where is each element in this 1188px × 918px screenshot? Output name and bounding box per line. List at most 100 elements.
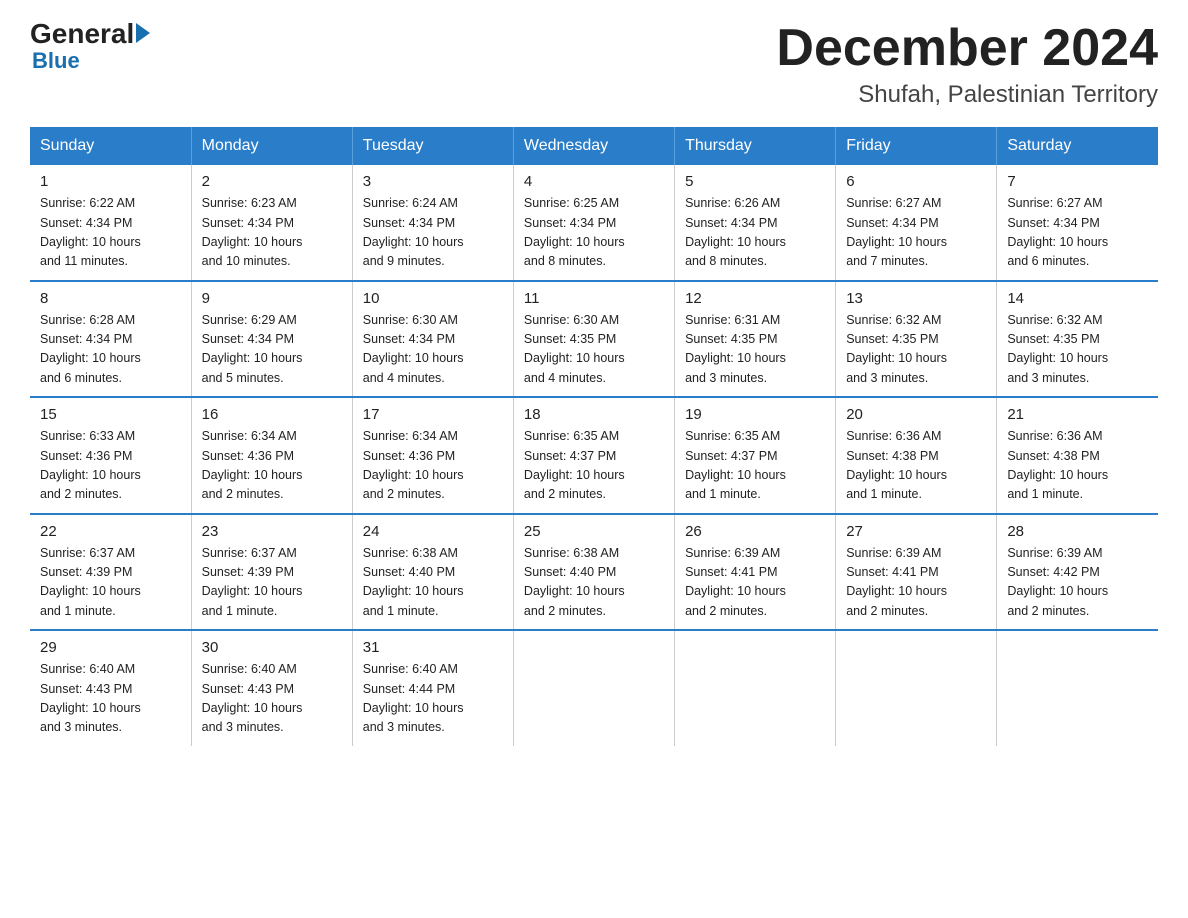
calendar-cell: 4 Sunrise: 6:25 AMSunset: 4:34 PMDaylight…	[513, 165, 674, 281]
day-info: Sunrise: 6:40 AMSunset: 4:43 PMDaylight:…	[202, 660, 342, 738]
calendar-body: 1 Sunrise: 6:22 AMSunset: 4:34 PMDaylight…	[30, 165, 1158, 746]
day-number: 13	[846, 290, 986, 307]
calendar-cell: 19 Sunrise: 6:35 AMSunset: 4:37 PMDayligh…	[675, 397, 836, 514]
calendar-cell: 25 Sunrise: 6:38 AMSunset: 4:40 PMDayligh…	[513, 514, 674, 631]
week-row-1: 1 Sunrise: 6:22 AMSunset: 4:34 PMDaylight…	[30, 165, 1158, 281]
logo-general: General	[30, 20, 134, 48]
calendar-table: SundayMondayTuesdayWednesdayThursdayFrid…	[30, 127, 1158, 746]
calendar-cell	[836, 630, 997, 746]
day-number: 31	[363, 639, 503, 656]
day-number: 25	[524, 523, 664, 540]
title-block: December 2024 Shufah, Palestinian Territ…	[776, 20, 1158, 109]
calendar-cell: 16 Sunrise: 6:34 AMSunset: 4:36 PMDayligh…	[191, 397, 352, 514]
day-number: 5	[685, 173, 825, 190]
day-number: 3	[363, 173, 503, 190]
header-day-saturday: Saturday	[997, 127, 1158, 165]
day-info: Sunrise: 6:39 AMSunset: 4:41 PMDaylight:…	[685, 544, 825, 622]
day-info: Sunrise: 6:35 AMSunset: 4:37 PMDaylight:…	[685, 427, 825, 505]
day-number: 12	[685, 290, 825, 307]
day-number: 10	[363, 290, 503, 307]
calendar-cell: 12 Sunrise: 6:31 AMSunset: 4:35 PMDayligh…	[675, 281, 836, 398]
day-number: 17	[363, 406, 503, 423]
day-info: Sunrise: 6:24 AMSunset: 4:34 PMDaylight:…	[363, 194, 503, 272]
calendar-cell: 18 Sunrise: 6:35 AMSunset: 4:37 PMDayligh…	[513, 397, 674, 514]
day-number: 1	[40, 173, 181, 190]
logo-arrow-icon	[136, 23, 150, 43]
day-number: 20	[846, 406, 986, 423]
day-info: Sunrise: 6:37 AMSunset: 4:39 PMDaylight:…	[202, 544, 342, 622]
week-row-2: 8 Sunrise: 6:28 AMSunset: 4:34 PMDaylight…	[30, 281, 1158, 398]
calendar-cell: 27Sunrise: 6:39 AMSunset: 4:41 PMDayligh…	[836, 514, 997, 631]
day-info: Sunrise: 6:25 AMSunset: 4:34 PMDaylight:…	[524, 194, 664, 272]
day-number: 27	[846, 523, 986, 540]
day-number: 6	[846, 173, 986, 190]
day-number: 29	[40, 639, 181, 656]
calendar-cell: 11 Sunrise: 6:30 AMSunset: 4:35 PMDayligh…	[513, 281, 674, 398]
calendar-cell: 26 Sunrise: 6:39 AMSunset: 4:41 PMDayligh…	[675, 514, 836, 631]
day-number: 30	[202, 639, 342, 656]
logo-blue: Blue	[32, 48, 80, 74]
day-number: 7	[1007, 173, 1148, 190]
calendar-cell: 20 Sunrise: 6:36 AMSunset: 4:38 PMDayligh…	[836, 397, 997, 514]
day-info: Sunrise: 6:30 AMSunset: 4:35 PMDaylight:…	[524, 311, 664, 389]
day-info: Sunrise: 6:39 AMSunset: 4:42 PMDaylight:…	[1007, 544, 1148, 622]
calendar-cell: 6 Sunrise: 6:27 AMSunset: 4:34 PMDaylight…	[836, 165, 997, 281]
calendar-header: SundayMondayTuesdayWednesdayThursdayFrid…	[30, 127, 1158, 165]
day-info: Sunrise: 6:31 AMSunset: 4:35 PMDaylight:…	[685, 311, 825, 389]
day-number: 21	[1007, 406, 1148, 423]
day-info: Sunrise: 6:28 AMSunset: 4:34 PMDaylight:…	[40, 311, 181, 389]
day-number: 26	[685, 523, 825, 540]
day-number: 2	[202, 173, 342, 190]
week-row-4: 22 Sunrise: 6:37 AMSunset: 4:39 PMDayligh…	[30, 514, 1158, 631]
header-day-thursday: Thursday	[675, 127, 836, 165]
day-info: Sunrise: 6:29 AMSunset: 4:34 PMDaylight:…	[202, 311, 342, 389]
header-day-friday: Friday	[836, 127, 997, 165]
calendar-cell: 23 Sunrise: 6:37 AMSunset: 4:39 PMDayligh…	[191, 514, 352, 631]
day-info: Sunrise: 6:27 AMSunset: 4:34 PMDaylight:…	[846, 194, 986, 272]
calendar-cell: 29 Sunrise: 6:40 AMSunset: 4:43 PMDayligh…	[30, 630, 191, 746]
calendar-cell: 28 Sunrise: 6:39 AMSunset: 4:42 PMDayligh…	[997, 514, 1158, 631]
header-row: SundayMondayTuesdayWednesdayThursdayFrid…	[30, 127, 1158, 165]
day-info: Sunrise: 6:30 AMSunset: 4:34 PMDaylight:…	[363, 311, 503, 389]
day-info: Sunrise: 6:37 AMSunset: 4:39 PMDaylight:…	[40, 544, 181, 622]
day-info: Sunrise: 6:36 AMSunset: 4:38 PMDaylight:…	[846, 427, 986, 505]
day-info: Sunrise: 6:22 AMSunset: 4:34 PMDaylight:…	[40, 194, 181, 272]
day-info: Sunrise: 6:27 AMSunset: 4:34 PMDaylight:…	[1007, 194, 1148, 272]
day-number: 18	[524, 406, 664, 423]
calendar-cell: 15Sunrise: 6:33 AMSunset: 4:36 PMDayligh…	[30, 397, 191, 514]
day-info: Sunrise: 6:32 AMSunset: 4:35 PMDaylight:…	[846, 311, 986, 389]
day-info: Sunrise: 6:33 AMSunset: 4:36 PMDaylight:…	[40, 427, 181, 505]
calendar-cell: 14Sunrise: 6:32 AMSunset: 4:35 PMDayligh…	[997, 281, 1158, 398]
day-number: 23	[202, 523, 342, 540]
day-number: 11	[524, 290, 664, 307]
calendar-cell: 22 Sunrise: 6:37 AMSunset: 4:39 PMDayligh…	[30, 514, 191, 631]
calendar-cell: 5 Sunrise: 6:26 AMSunset: 4:34 PMDaylight…	[675, 165, 836, 281]
calendar-cell: 17Sunrise: 6:34 AMSunset: 4:36 PMDayligh…	[352, 397, 513, 514]
calendar-subtitle: Shufah, Palestinian Territory	[776, 81, 1158, 109]
calendar-cell: 24Sunrise: 6:38 AMSunset: 4:40 PMDayligh…	[352, 514, 513, 631]
calendar-cell: 2 Sunrise: 6:23 AMSunset: 4:34 PMDaylight…	[191, 165, 352, 281]
calendar-cell	[513, 630, 674, 746]
day-number: 28	[1007, 523, 1148, 540]
day-number: 22	[40, 523, 181, 540]
day-info: Sunrise: 6:23 AMSunset: 4:34 PMDaylight:…	[202, 194, 342, 272]
calendar-cell: 13 Sunrise: 6:32 AMSunset: 4:35 PMDayligh…	[836, 281, 997, 398]
day-info: Sunrise: 6:40 AMSunset: 4:43 PMDaylight:…	[40, 660, 181, 738]
day-number: 9	[202, 290, 342, 307]
calendar-cell	[997, 630, 1158, 746]
day-info: Sunrise: 6:35 AMSunset: 4:37 PMDaylight:…	[524, 427, 664, 505]
day-info: Sunrise: 6:26 AMSunset: 4:34 PMDaylight:…	[685, 194, 825, 272]
day-number: 19	[685, 406, 825, 423]
day-info: Sunrise: 6:38 AMSunset: 4:40 PMDaylight:…	[524, 544, 664, 622]
logo-text: General	[30, 20, 150, 48]
day-info: Sunrise: 6:36 AMSunset: 4:38 PMDaylight:…	[1007, 427, 1148, 505]
calendar-cell: 30 Sunrise: 6:40 AMSunset: 4:43 PMDayligh…	[191, 630, 352, 746]
calendar-cell: 8 Sunrise: 6:28 AMSunset: 4:34 PMDaylight…	[30, 281, 191, 398]
day-info: Sunrise: 6:40 AMSunset: 4:44 PMDaylight:…	[363, 660, 503, 738]
day-number: 16	[202, 406, 342, 423]
day-number: 8	[40, 290, 181, 307]
logo: General Blue	[30, 20, 150, 74]
day-info: Sunrise: 6:34 AMSunset: 4:36 PMDaylight:…	[202, 427, 342, 505]
header-day-wednesday: Wednesday	[513, 127, 674, 165]
day-number: 4	[524, 173, 664, 190]
